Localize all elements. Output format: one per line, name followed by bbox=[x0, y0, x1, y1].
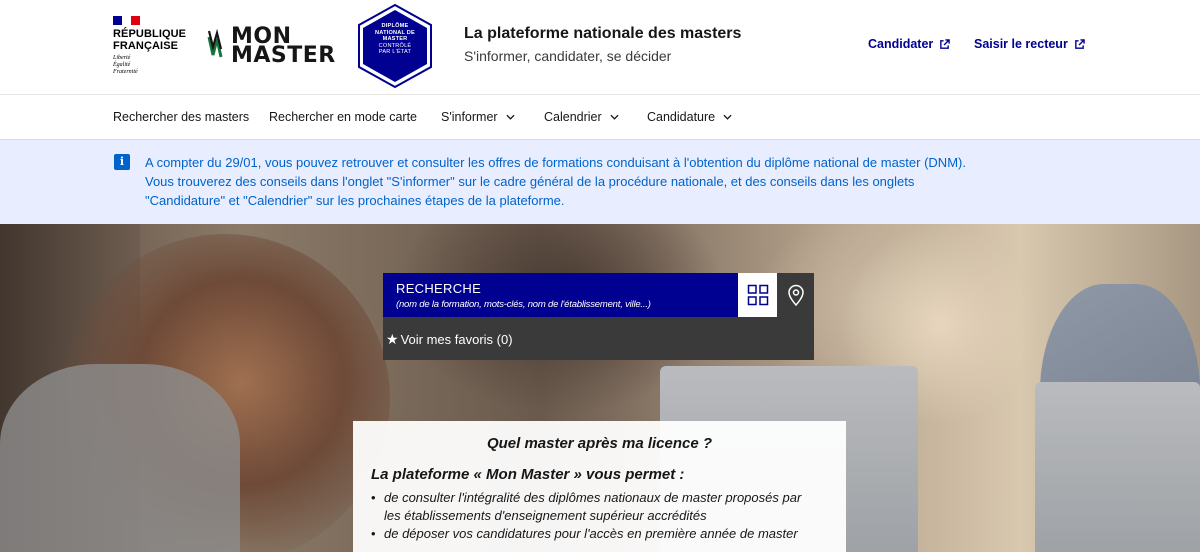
search-button[interactable]: RECHERCHE (nom de la formation, mots-clé… bbox=[383, 273, 738, 317]
candidater-link[interactable]: Candidater bbox=[868, 37, 951, 51]
site-header: RÉPUBLIQUE FRANÇAISE Liberté Égalité Fra… bbox=[0, 0, 1200, 95]
saisir-recteur-link-label: Saisir le recteur bbox=[974, 37, 1068, 51]
republique-francaise-logo[interactable]: RÉPUBLIQUE FRANÇAISE Liberté Égalité Fra… bbox=[113, 16, 187, 76]
chevron-down-icon bbox=[723, 114, 732, 120]
notice-line1: A compter du 29/01, vous pouvez retrouve… bbox=[145, 155, 966, 170]
info-icon: i bbox=[114, 154, 130, 170]
list-item: de consulter l'intégralité des diplômes … bbox=[371, 489, 828, 525]
intro-card: Quel master après ma licence ? La platef… bbox=[353, 421, 846, 552]
republic-name-line1: RÉPUBLIQUE bbox=[113, 28, 187, 40]
nav-calendrier[interactable]: Calendrier bbox=[544, 95, 619, 139]
nav-rechercher-carte[interactable]: Rechercher en mode carte bbox=[269, 95, 417, 139]
badge-line1: DIPLÔME bbox=[381, 23, 409, 29]
grid-icon bbox=[747, 284, 768, 306]
external-link-icon bbox=[940, 38, 951, 49]
chevron-down-icon bbox=[610, 114, 619, 120]
candidater-link-label: Candidater bbox=[868, 37, 934, 51]
motto-liberte: Liberté bbox=[113, 55, 131, 61]
notice-line2: Vous trouverez des conseils dans l'ongle… bbox=[145, 174, 915, 189]
card-title: Quel master après ma licence ? bbox=[486, 435, 713, 452]
star-icon: ★ bbox=[386, 331, 399, 347]
list-item-line2: les établissements d'enseignement supéri… bbox=[384, 508, 707, 523]
map-view-button[interactable] bbox=[777, 273, 814, 317]
nav-candidature[interactable]: Candidature bbox=[647, 95, 732, 139]
list-item-line1: de consulter l'intégralité des diplômes … bbox=[384, 490, 802, 505]
hero-photo-sweater bbox=[0, 364, 240, 552]
info-notice: i A compter du 29/01, vous pouvez retrou… bbox=[0, 140, 1200, 224]
chevron-down-icon bbox=[506, 114, 515, 120]
search-hint: (nom de la formation, mots-clés, nom de … bbox=[396, 299, 651, 310]
external-link-icon bbox=[1074, 38, 1085, 49]
nav-label: Rechercher en mode carte bbox=[269, 110, 417, 124]
list-item-line1: de déposer vos candidatures pour l'accès… bbox=[384, 526, 798, 541]
search-title: RECHERCHE bbox=[396, 281, 482, 296]
map-pin-icon bbox=[787, 284, 804, 306]
list-item: de déposer vos candidatures pour l'accès… bbox=[371, 525, 828, 543]
card-feature-list: de consulter l'intégralité des diplômes … bbox=[371, 489, 828, 543]
motto-egalite: Égalité bbox=[113, 62, 131, 68]
favorites-label: Voir mes favoris (0) bbox=[400, 332, 513, 347]
favorites-link[interactable]: ★ Voir mes favoris (0) bbox=[386, 331, 513, 348]
motto-fraternite: Fraternité bbox=[113, 69, 138, 75]
badge-line3: MASTER bbox=[382, 36, 408, 43]
nav-label: Rechercher des masters bbox=[113, 110, 250, 124]
republic-name-line2: FRANÇAISE bbox=[113, 40, 179, 52]
badge-line5: PAR L'ÉTAT bbox=[378, 49, 412, 56]
nav-label: Candidature bbox=[647, 110, 716, 124]
site-subtitle: S'informer, candidater, se décider bbox=[464, 48, 672, 64]
hero-banner: RECHERCHE (nom de la formation, mots-clé… bbox=[0, 224, 1200, 552]
nav-label: S'informer bbox=[441, 110, 498, 124]
nav-label: Calendrier bbox=[544, 110, 602, 124]
nav-rechercher-masters[interactable]: Rechercher des masters bbox=[113, 95, 249, 139]
grid-view-button[interactable] bbox=[738, 273, 777, 317]
badge-line2: NATIONAL DE bbox=[375, 29, 415, 36]
mon-master-mark-icon bbox=[207, 29, 223, 58]
main-navigation: Rechercher des masters Rechercher en mod… bbox=[0, 95, 1200, 140]
french-flag-icon bbox=[113, 16, 140, 25]
dnm-badge: DIPLÔME NATIONAL DE MASTER CONTRÔLÉ PAR … bbox=[356, 3, 434, 89]
hero-photo-laptop-right bbox=[1035, 382, 1200, 552]
mon-master-logo[interactable]: MON MASTER bbox=[207, 26, 336, 68]
saisir-recteur-link[interactable]: Saisir le recteur bbox=[974, 37, 1085, 51]
card-subtitle: La plateforme « Mon Master » vous permet… bbox=[371, 466, 685, 483]
notice-line3: "Candidature" et "Calendrier" sur les pr… bbox=[145, 193, 565, 208]
site-title: La plateforme nationale des masters bbox=[464, 25, 742, 42]
nav-sinformer[interactable]: S'informer bbox=[441, 95, 515, 139]
search-panel: RECHERCHE (nom de la formation, mots-clé… bbox=[383, 273, 814, 360]
logo-text-line2: MASTER bbox=[231, 43, 336, 68]
